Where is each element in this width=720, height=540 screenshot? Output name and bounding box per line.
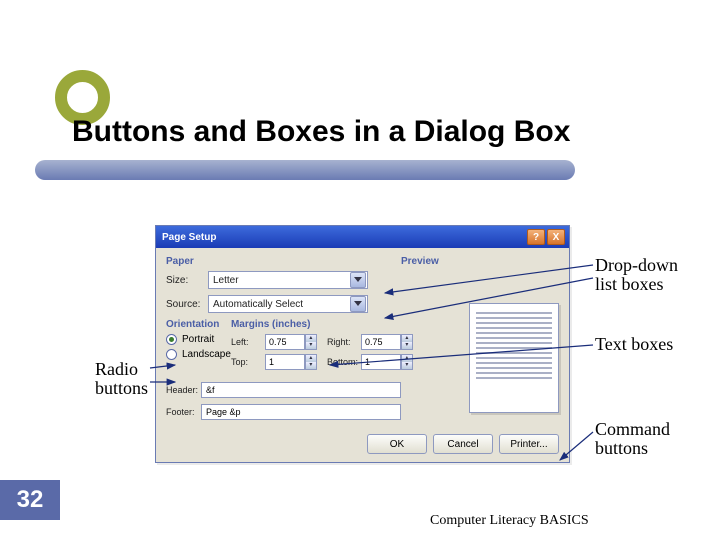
callout-command-text: Commandbuttons	[595, 419, 670, 458]
left-margin-spinner[interactable]: ▴▾	[305, 334, 317, 350]
size-dropdown-button[interactable]	[350, 272, 366, 288]
preview-section-label: Preview	[401, 256, 559, 267]
size-label: Size:	[166, 275, 208, 286]
header-label: Header:	[166, 385, 201, 395]
source-dropdown-button[interactable]	[350, 296, 366, 312]
slide-footer: Computer Literacy BASICS	[430, 513, 589, 529]
size-dropdown[interactable]: Letter	[208, 271, 368, 289]
page-number: 32	[0, 480, 60, 520]
close-button[interactable]: X	[547, 229, 565, 245]
bottom-margin-input[interactable]: 1	[361, 354, 401, 370]
orientation-section-label: Orientation	[166, 319, 231, 330]
callout-dropdown-text: Drop-downlist boxes	[595, 255, 678, 294]
portrait-label: Portrait	[182, 334, 214, 345]
footer-label: Footer:	[166, 407, 201, 417]
landscape-radio[interactable]	[166, 349, 177, 360]
accent-bar	[35, 160, 575, 180]
dialog-titlebar[interactable]: Page Setup ? X	[156, 226, 569, 248]
source-value: Automatically Select	[213, 299, 303, 310]
left-margin-label: Left:	[231, 337, 265, 347]
page-setup-dialog: Page Setup ? X Paper Size: Letter Source…	[155, 225, 570, 463]
portrait-radio-row[interactable]: Portrait	[166, 334, 231, 345]
portrait-radio[interactable]	[166, 334, 177, 345]
callout-command: Commandbuttons	[595, 420, 670, 458]
top-margin-label: Top:	[231, 357, 265, 367]
chevron-down-icon	[354, 301, 362, 307]
callout-dropdown: Drop-downlist boxes	[595, 256, 678, 294]
landscape-radio-row[interactable]: Landscape	[166, 349, 231, 360]
paper-section-label: Paper	[166, 256, 401, 267]
landscape-label: Landscape	[182, 349, 231, 360]
callout-radio: Radiobuttons	[95, 360, 148, 398]
source-label: Source:	[166, 299, 208, 310]
slide-title: Buttons and Boxes in a Dialog Box	[72, 115, 570, 149]
margins-section-label: Margins (inches)	[231, 319, 423, 330]
source-dropdown[interactable]: Automatically Select	[208, 295, 368, 313]
cancel-button[interactable]: Cancel	[433, 434, 493, 454]
help-button[interactable]: ?	[527, 229, 545, 245]
preview-pane	[469, 303, 559, 413]
dialog-title: Page Setup	[160, 232, 525, 243]
bottom-margin-label: Bottom:	[327, 357, 361, 367]
callout-textboxes: Text boxes	[595, 335, 673, 354]
ok-button[interactable]: OK	[367, 434, 427, 454]
header-input[interactable]: &f	[201, 382, 401, 398]
left-margin-input[interactable]: 0.75	[265, 334, 305, 350]
size-value: Letter	[213, 275, 239, 286]
callout-radio-text: Radiobuttons	[95, 359, 148, 398]
top-margin-input[interactable]: 1	[265, 354, 305, 370]
top-margin-spinner[interactable]: ▴▾	[305, 354, 317, 370]
footer-input[interactable]: Page &p	[201, 404, 401, 420]
right-margin-label: Right:	[327, 337, 361, 347]
printer-button[interactable]: Printer...	[499, 434, 559, 454]
right-margin-input[interactable]: 0.75	[361, 334, 401, 350]
chevron-down-icon	[354, 277, 362, 283]
